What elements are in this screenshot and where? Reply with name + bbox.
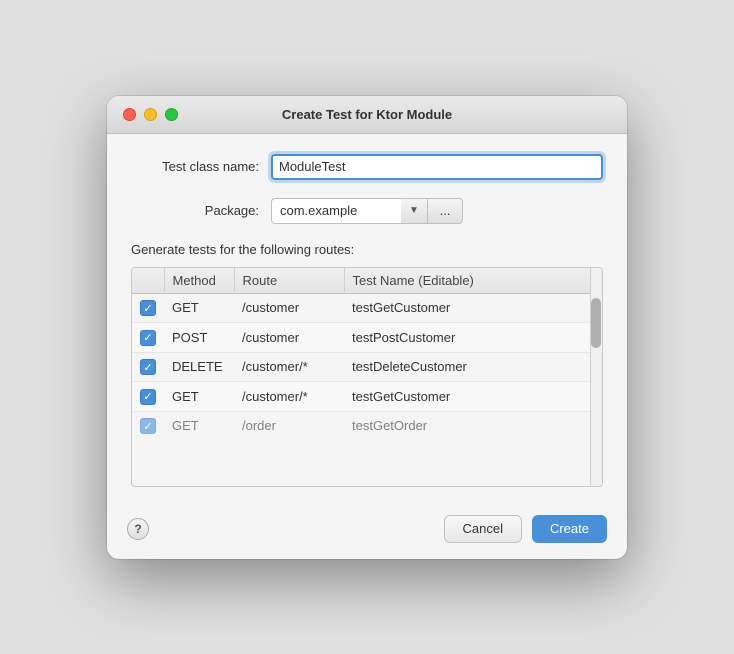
row-checkbox[interactable]: ✓ [140, 389, 156, 405]
footer-buttons: Cancel Create [444, 515, 608, 543]
row-route: /customer/* [234, 352, 344, 382]
row-test-name[interactable]: testGetOrder [344, 411, 602, 440]
package-label: Package: [131, 203, 271, 218]
maximize-button[interactable] [165, 108, 178, 121]
class-name-label: Test class name: [131, 159, 271, 174]
row-checkbox[interactable]: ✓ [140, 359, 156, 375]
table-row: ✓ POST/customertestPostCustomer [132, 323, 602, 353]
row-method: GET [164, 293, 234, 323]
table-row: ✓ DELETE/customer/*testDeleteCustomer [132, 352, 602, 382]
help-button[interactable]: ? [127, 518, 149, 540]
row-method: DELETE [164, 352, 234, 382]
routes-table-container: Method Route Test Name (Editable) ✓ GET/c… [131, 267, 603, 487]
table-row: ✓ GET/ordertestGetOrder [132, 411, 602, 440]
create-button[interactable]: Create [532, 515, 607, 543]
dialog-title: Create Test for Ktor Module [282, 107, 452, 122]
help-icon: ? [134, 522, 141, 536]
row-route: /customer [234, 293, 344, 323]
class-name-row: Test class name: [131, 154, 603, 180]
row-checkbox-cell: ✓ [132, 323, 164, 353]
row-test-name[interactable]: testGetCustomer [344, 382, 602, 412]
minimize-button[interactable] [144, 108, 157, 121]
package-selector: com.example ▼ ... [271, 198, 463, 224]
chevron-down-icon: ▼ [409, 205, 419, 216]
close-button[interactable] [123, 108, 136, 121]
row-method: GET [164, 411, 234, 440]
row-checkbox[interactable]: ✓ [140, 300, 156, 316]
window-controls [123, 108, 178, 121]
row-route: /customer [234, 323, 344, 353]
row-test-name[interactable]: testPostCustomer [344, 323, 602, 353]
row-test-name[interactable]: testGetCustomer [344, 293, 602, 323]
row-test-name[interactable]: testDeleteCustomer [344, 352, 602, 382]
scrollbar-thumb[interactable] [591, 298, 601, 348]
col-header-testname: Test Name (Editable) [344, 268, 602, 294]
row-method: POST [164, 323, 234, 353]
routes-label: Generate tests for the following routes: [131, 242, 603, 257]
row-checkbox-cell: ✓ [132, 293, 164, 323]
row-checkbox-cell: ✓ [132, 411, 164, 440]
package-row: Package: com.example ▼ ... [131, 198, 603, 224]
row-checkbox-cell: ✓ [132, 382, 164, 412]
package-dropdown-display[interactable]: com.example [271, 198, 401, 224]
routes-table: Method Route Test Name (Editable) ✓ GET/c… [132, 268, 602, 441]
package-dropdown-arrow[interactable]: ▼ [401, 198, 427, 224]
table-row: ✓ GET/customertestGetCustomer [132, 293, 602, 323]
dialog-window: Create Test for Ktor Module Test class n… [107, 96, 627, 559]
row-checkbox[interactable]: ✓ [140, 330, 156, 346]
ellipsis-icon: ... [440, 203, 451, 218]
titlebar: Create Test for Ktor Module [107, 96, 627, 134]
col-header-checkbox [132, 268, 164, 294]
col-header-method: Method [164, 268, 234, 294]
dialog-content: Test class name: Package: com.example ▼ … [107, 134, 627, 503]
row-checkbox-cell: ✓ [132, 352, 164, 382]
package-browse-button[interactable]: ... [427, 198, 463, 224]
class-name-input[interactable] [271, 154, 603, 180]
row-checkbox[interactable]: ✓ [140, 418, 156, 434]
dialog-footer: ? Cancel Create [107, 503, 627, 559]
scrollbar-track[interactable] [590, 268, 602, 486]
row-method: GET [164, 382, 234, 412]
table-row: ✓ GET/customer/*testGetCustomer [132, 382, 602, 412]
table-header-row: Method Route Test Name (Editable) [132, 268, 602, 294]
row-route: /customer/* [234, 382, 344, 412]
row-route: /order [234, 411, 344, 440]
col-header-route: Route [234, 268, 344, 294]
cancel-button[interactable]: Cancel [444, 515, 522, 543]
